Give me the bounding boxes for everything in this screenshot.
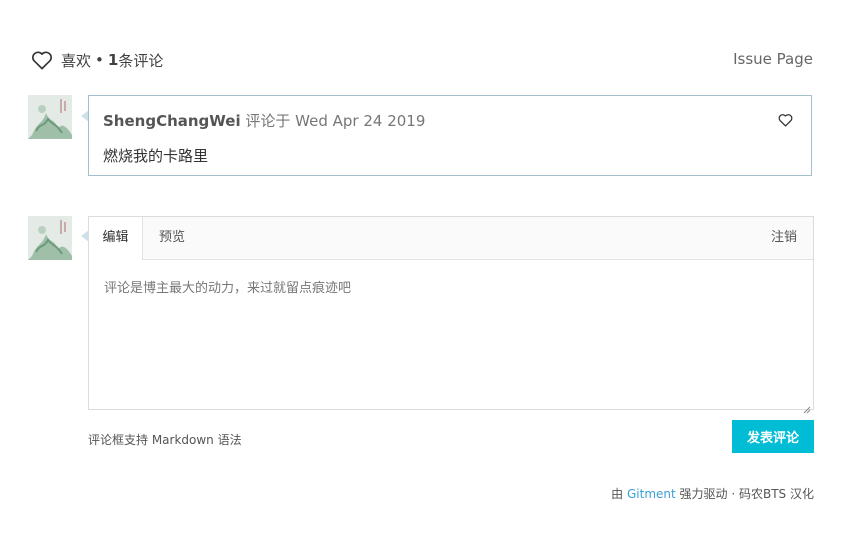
comment-author[interactable]: ShengChangWei bbox=[103, 112, 241, 130]
comment-count: 1 bbox=[107, 51, 119, 69]
tab-preview[interactable]: 预览 bbox=[159, 217, 185, 259]
avatar[interactable] bbox=[28, 95, 72, 139]
editor-tabs: 编辑 预览 注销 bbox=[89, 217, 813, 260]
like-label[interactable]: 喜欢 bbox=[61, 50, 91, 71]
tab-edit[interactable]: 编辑 bbox=[89, 217, 143, 260]
issue-page-link[interactable]: Issue Page bbox=[733, 50, 813, 68]
comment-body: 燃烧我的卡路里 bbox=[103, 147, 209, 165]
heart-icon[interactable] bbox=[31, 50, 53, 70]
heart-outline-icon[interactable] bbox=[778, 112, 793, 127]
comments-header: 喜欢 • 1 条评论 bbox=[31, 49, 163, 71]
comment-date: 评论于 Wed Apr 24 2019 bbox=[245, 112, 426, 130]
comment-input[interactable] bbox=[89, 260, 813, 409]
logout-link[interactable]: 注销 bbox=[771, 217, 797, 259]
footer: 由 Gitment 强力驱动 · 码农BTS 汉化 bbox=[611, 485, 814, 502]
comment-meta: ShengChangWei 评论于 Wed Apr 24 2019 bbox=[103, 110, 425, 131]
footer-suffix: 强力驱动 · 码农BTS 汉化 bbox=[679, 487, 814, 501]
comment-editor: 编辑 预览 注销 bbox=[88, 216, 814, 414]
markdown-hint: 评论框支持 Markdown 语法 bbox=[88, 433, 242, 447]
resize-grip-icon[interactable] bbox=[803, 399, 811, 414]
footer-prefix: 由 bbox=[611, 487, 624, 501]
submit-comment-button[interactable]: 发表评论 bbox=[732, 420, 814, 453]
comment-card: ShengChangWei 评论于 Wed Apr 24 2019 燃烧我的卡路… bbox=[88, 95, 812, 176]
comment-unit: 条评论 bbox=[118, 51, 164, 70]
separator: • bbox=[95, 51, 104, 69]
gitment-link[interactable]: Gitment bbox=[627, 487, 676, 501]
current-user-avatar[interactable] bbox=[28, 216, 72, 260]
